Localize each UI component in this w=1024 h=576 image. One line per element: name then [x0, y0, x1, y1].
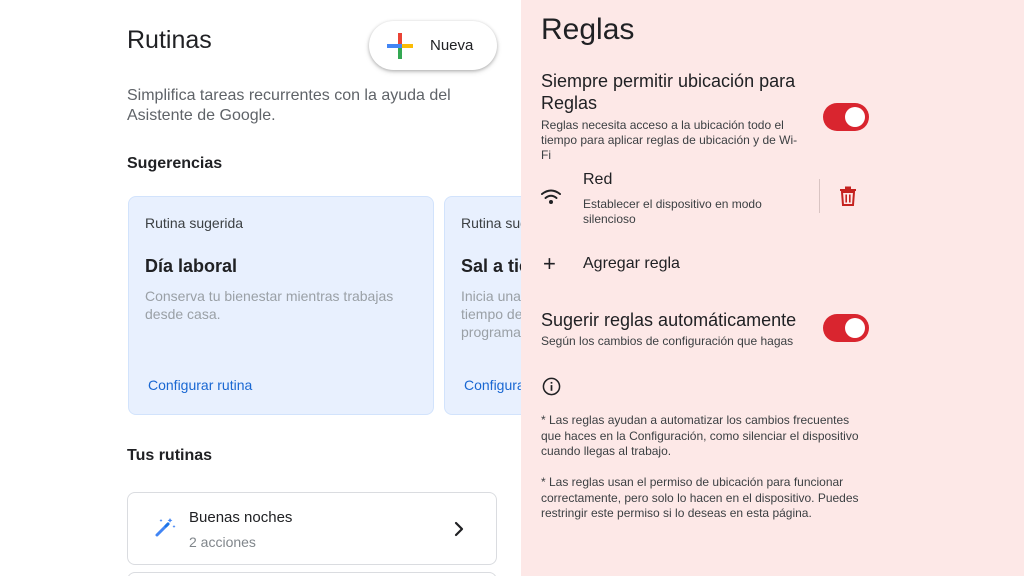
- toggle-knob: [845, 318, 865, 338]
- new-routine-label: Nueva: [430, 37, 474, 54]
- wifi-icon: [541, 189, 561, 204]
- chevron-right-icon: [454, 521, 464, 537]
- rule-name[interactable]: Red: [583, 171, 612, 189]
- trash-icon[interactable]: [839, 186, 857, 206]
- page-title: Rutinas: [127, 26, 212, 54]
- location-setting-description: Reglas necesita acceso a la ubicación to…: [541, 118, 798, 162]
- card-description: Inicia una rutina antes de salir a tiemp…: [461, 288, 521, 340]
- card-title: Sal a tiempo: [461, 256, 521, 276]
- rules-note: * Las reglas usan el permiso de ubicació…: [541, 475, 859, 520]
- suggested-routine-card[interactable]: Rutina sugerida Sal a tiempo Inicia una …: [444, 196, 521, 415]
- plus-icon[interactable]: +: [543, 253, 556, 275]
- auto-suggest-toggle[interactable]: [823, 314, 869, 342]
- card-kicker: Rutina sugerida: [461, 215, 521, 231]
- auto-suggest-title: Sugerir reglas automáticamente: [541, 310, 797, 330]
- add-rule-button[interactable]: Agregar regla: [583, 255, 680, 273]
- rules-note: * Las reglas ayudan a automatizar los ca…: [541, 413, 859, 458]
- your-routines-heading: Tus rutinas: [127, 447, 213, 464]
- auto-suggest-description: Según los cambios de configuración que h…: [541, 334, 794, 348]
- divider: [819, 179, 820, 213]
- rules-title: Reglas: [541, 13, 635, 46]
- new-routine-button[interactable]: Nueva: [369, 21, 497, 70]
- card-kicker: Rutina sugerida: [145, 215, 244, 231]
- info-icon: [542, 377, 561, 396]
- rule-description: Establecer el dispositivo en modo silenc…: [583, 197, 762, 226]
- routines-panel: Rutinas Nueva Simplifica tareas recurren…: [0, 0, 521, 576]
- configure-routine-link[interactable]: Configurar rutina: [148, 377, 252, 393]
- card-description: Conserva tu bienestar mientras trabajas …: [145, 288, 394, 322]
- suggestions-heading: Sugerencias: [127, 155, 223, 172]
- routine-item[interactable]: [127, 572, 497, 576]
- toggle-knob: [845, 107, 865, 127]
- location-toggle[interactable]: [823, 103, 869, 131]
- magic-wand-icon: [155, 518, 176, 537]
- routine-actions-count: 2 acciones: [189, 534, 256, 550]
- card-title: Día laboral: [145, 256, 238, 276]
- google-plus-icon: [387, 32, 413, 59]
- routine-name: Buenas noches: [189, 509, 293, 526]
- routines-description: Simplifica tareas recurrentes con la ayu…: [127, 87, 451, 124]
- rules-panel: Reglas Siempre permitir ubicación para R…: [521, 0, 1024, 576]
- configure-routine-link[interactable]: Configurar rutina: [464, 377, 521, 393]
- location-setting-title: Siempre permitir ubicación para Reglas: [541, 71, 796, 113]
- suggested-routine-card[interactable]: Rutina sugerida Día laboral Conserva tu …: [128, 196, 434, 415]
- routine-item[interactable]: Buenas noches 2 acciones: [127, 492, 497, 565]
